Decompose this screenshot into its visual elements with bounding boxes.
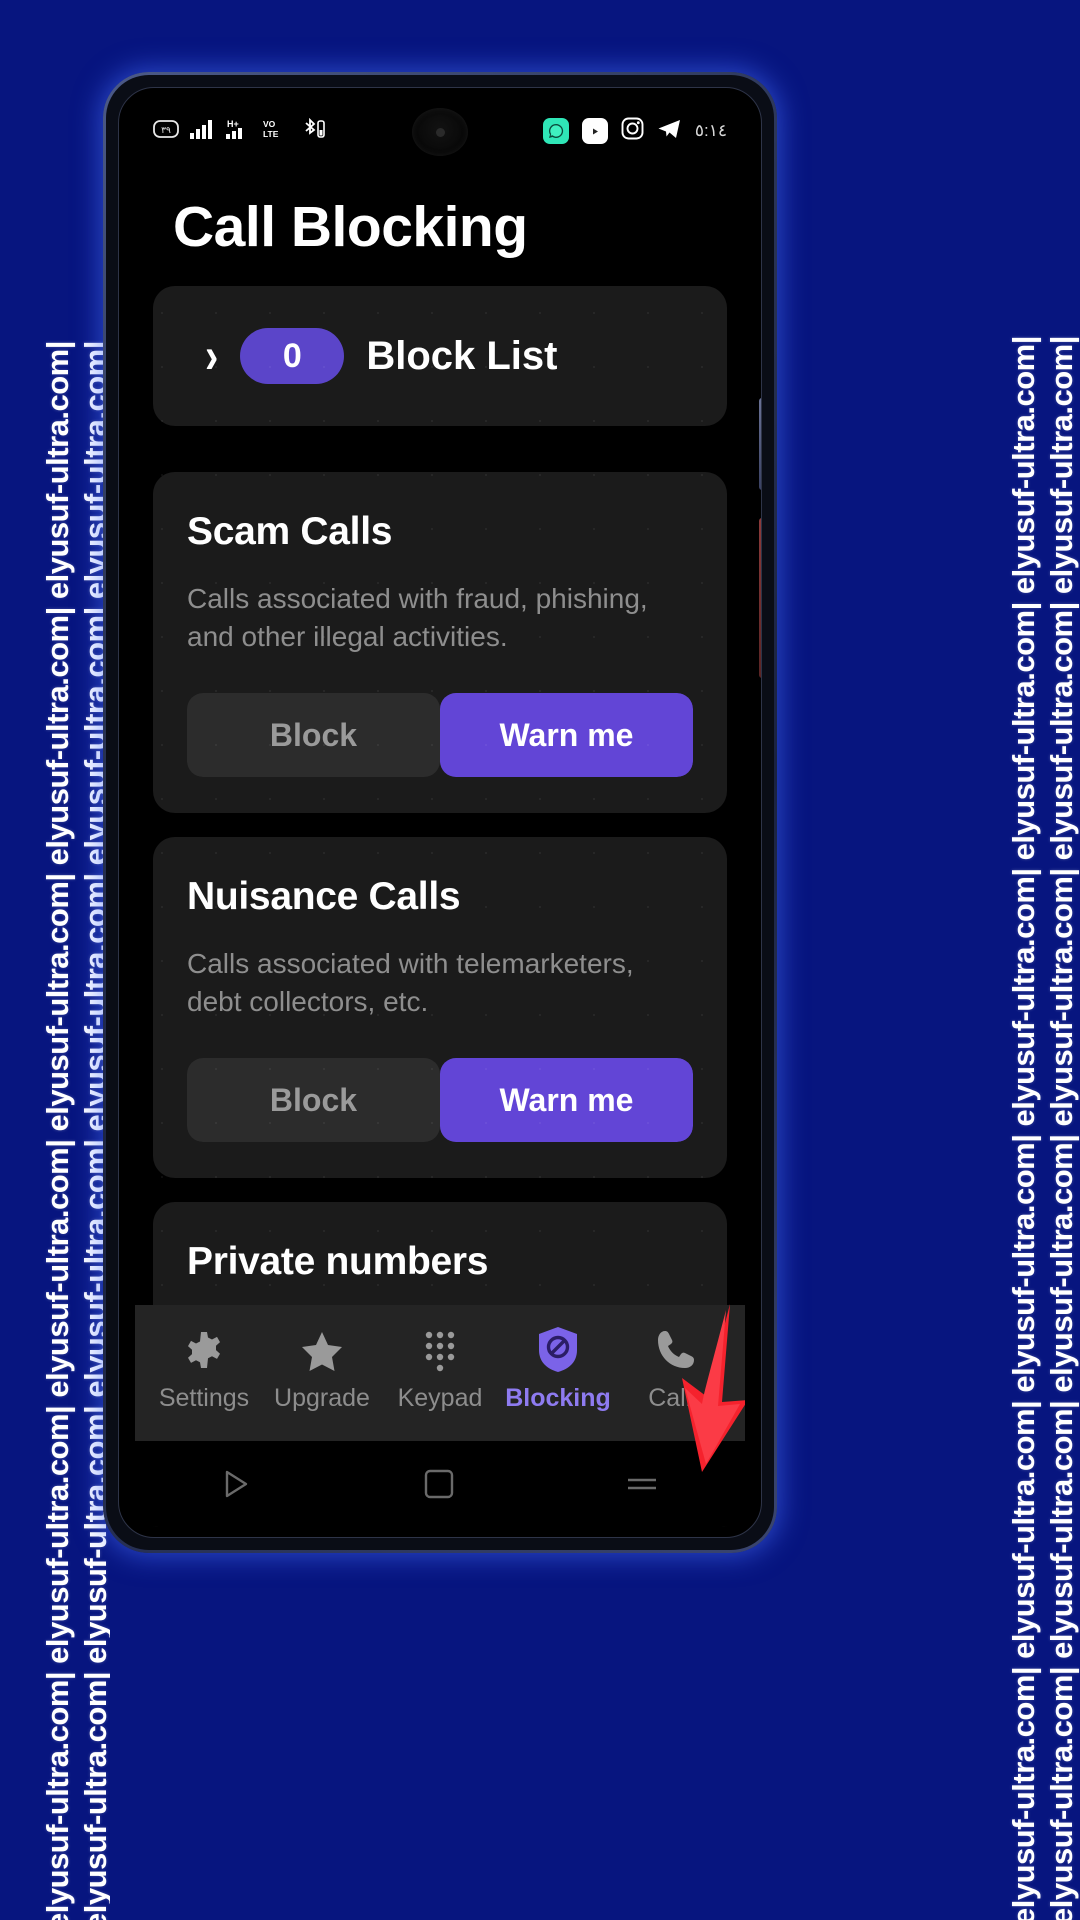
private-numbers-title: Private numbers xyxy=(187,1240,489,1284)
youtube-icon xyxy=(581,118,608,144)
nav-label-keypad: Keypad xyxy=(397,1384,483,1412)
watermark-left: elyusuf-ultra.com| elyusuf-ultra.com| el… xyxy=(0,0,110,1920)
scam-calls-block-button[interactable]: Block xyxy=(187,693,440,778)
block-list-row[interactable]: › 0 Block List xyxy=(153,286,727,426)
nav-label-blocking: Blocking xyxy=(505,1384,611,1412)
signal-bars-icon xyxy=(190,119,214,144)
nav-item-blocking[interactable]: Blocking xyxy=(499,1327,617,1413)
status-bar-clock: ٥:١٤ xyxy=(694,121,727,140)
back-icon[interactable] xyxy=(624,1470,660,1498)
svg-text:VO: VO xyxy=(263,119,276,129)
watermark-text: elyusuf-ultra.com| elyusuf-ultra.com| el… xyxy=(1006,336,1041,1920)
nuisance-calls-block-button[interactable]: Block xyxy=(187,1058,440,1143)
status-bar: ٣٩ H+ VO LTE ٥:١٤ xyxy=(135,102,745,160)
scam-calls-warn-button[interactable]: Warn me xyxy=(440,693,693,778)
nav-item-calls[interactable]: Calls xyxy=(617,1327,735,1413)
scam-calls-title: Scam Calls xyxy=(187,510,393,553)
shield-block-icon xyxy=(535,1327,581,1373)
power-button[interactable] xyxy=(759,518,761,678)
nav-label-upgrade: Upgrade xyxy=(274,1384,370,1412)
instagram-icon xyxy=(621,117,644,145)
page-title: Call Blocking xyxy=(173,195,528,259)
nuisance-calls-warn-button[interactable]: Warn me xyxy=(440,1058,693,1143)
volume-button[interactable] xyxy=(759,398,761,490)
phone-frame: ٣٩ H+ VO LTE ٥:١٤ Call Blocking › 0 Bloc… xyxy=(103,72,777,1553)
volte-icon: VO LTE xyxy=(262,118,290,145)
block-list-count-badge: 0 xyxy=(240,328,345,384)
scam-calls-card: Scam Calls Calls associated with fraud, … xyxy=(153,472,727,814)
watermark-text: elyusuf-ultra.com| elyusuf-ultra.com| el… xyxy=(40,341,75,1920)
system-navigation-bar xyxy=(135,1441,745,1527)
whatsapp-icon xyxy=(542,118,569,144)
nuisance-calls-segmented-control: Block Warn me xyxy=(187,1058,693,1143)
home-icon[interactable] xyxy=(423,1468,455,1500)
nuisance-calls-card: Nuisance Calls Calls associated with tel… xyxy=(153,837,727,1179)
svg-text:H+: H+ xyxy=(227,119,239,129)
nav-label-calls: Calls xyxy=(648,1384,704,1412)
scam-calls-description: Calls associated with fraud, phishing, a… xyxy=(187,583,648,652)
telegram-icon xyxy=(657,118,682,145)
phone-icon xyxy=(653,1327,699,1373)
keypad-icon xyxy=(417,1327,463,1373)
nuisance-calls-description: Calls associated with telemarketers, deb… xyxy=(187,948,634,1017)
hspa-plus-icon: H+ xyxy=(225,118,251,145)
recents-icon[interactable] xyxy=(220,1467,254,1501)
nav-item-keypad[interactable]: Keypad xyxy=(381,1327,499,1413)
watermark-text: elyusuf-ultra.com| elyusuf-ultra.com| el… xyxy=(1044,336,1079,1920)
star-icon xyxy=(299,1327,345,1373)
nuisance-calls-title: Nuisance Calls xyxy=(187,875,461,919)
svg-text:٣٩: ٣٩ xyxy=(161,125,171,135)
watermark-right: elyusuf-ultra.com| elyusuf-ultra.com| el… xyxy=(970,0,1080,1920)
bluetooth-icon xyxy=(301,117,327,145)
block-list-label: Block List xyxy=(366,333,558,378)
svg-text:LTE: LTE xyxy=(263,129,279,139)
alarm-icon: ٣٩ xyxy=(153,119,179,143)
gear-icon xyxy=(181,1327,227,1373)
nav-label-settings: Settings xyxy=(158,1384,250,1412)
chevron-right-icon: › xyxy=(205,328,219,384)
scam-calls-segmented-control: Block Warn me xyxy=(187,693,693,778)
front-camera-cutout xyxy=(412,108,468,156)
nav-item-upgrade[interactable]: Upgrade xyxy=(263,1327,381,1413)
phone-screen: ٣٩ H+ VO LTE ٥:١٤ Call Blocking › 0 Bloc… xyxy=(135,102,745,1527)
bottom-navigation: Settings Upgrade Keypad Blocking Calls xyxy=(135,1305,745,1441)
nav-item-settings[interactable]: Settings xyxy=(145,1327,263,1413)
bottom-area: Settings Upgrade Keypad Blocking Calls xyxy=(135,1305,745,1527)
